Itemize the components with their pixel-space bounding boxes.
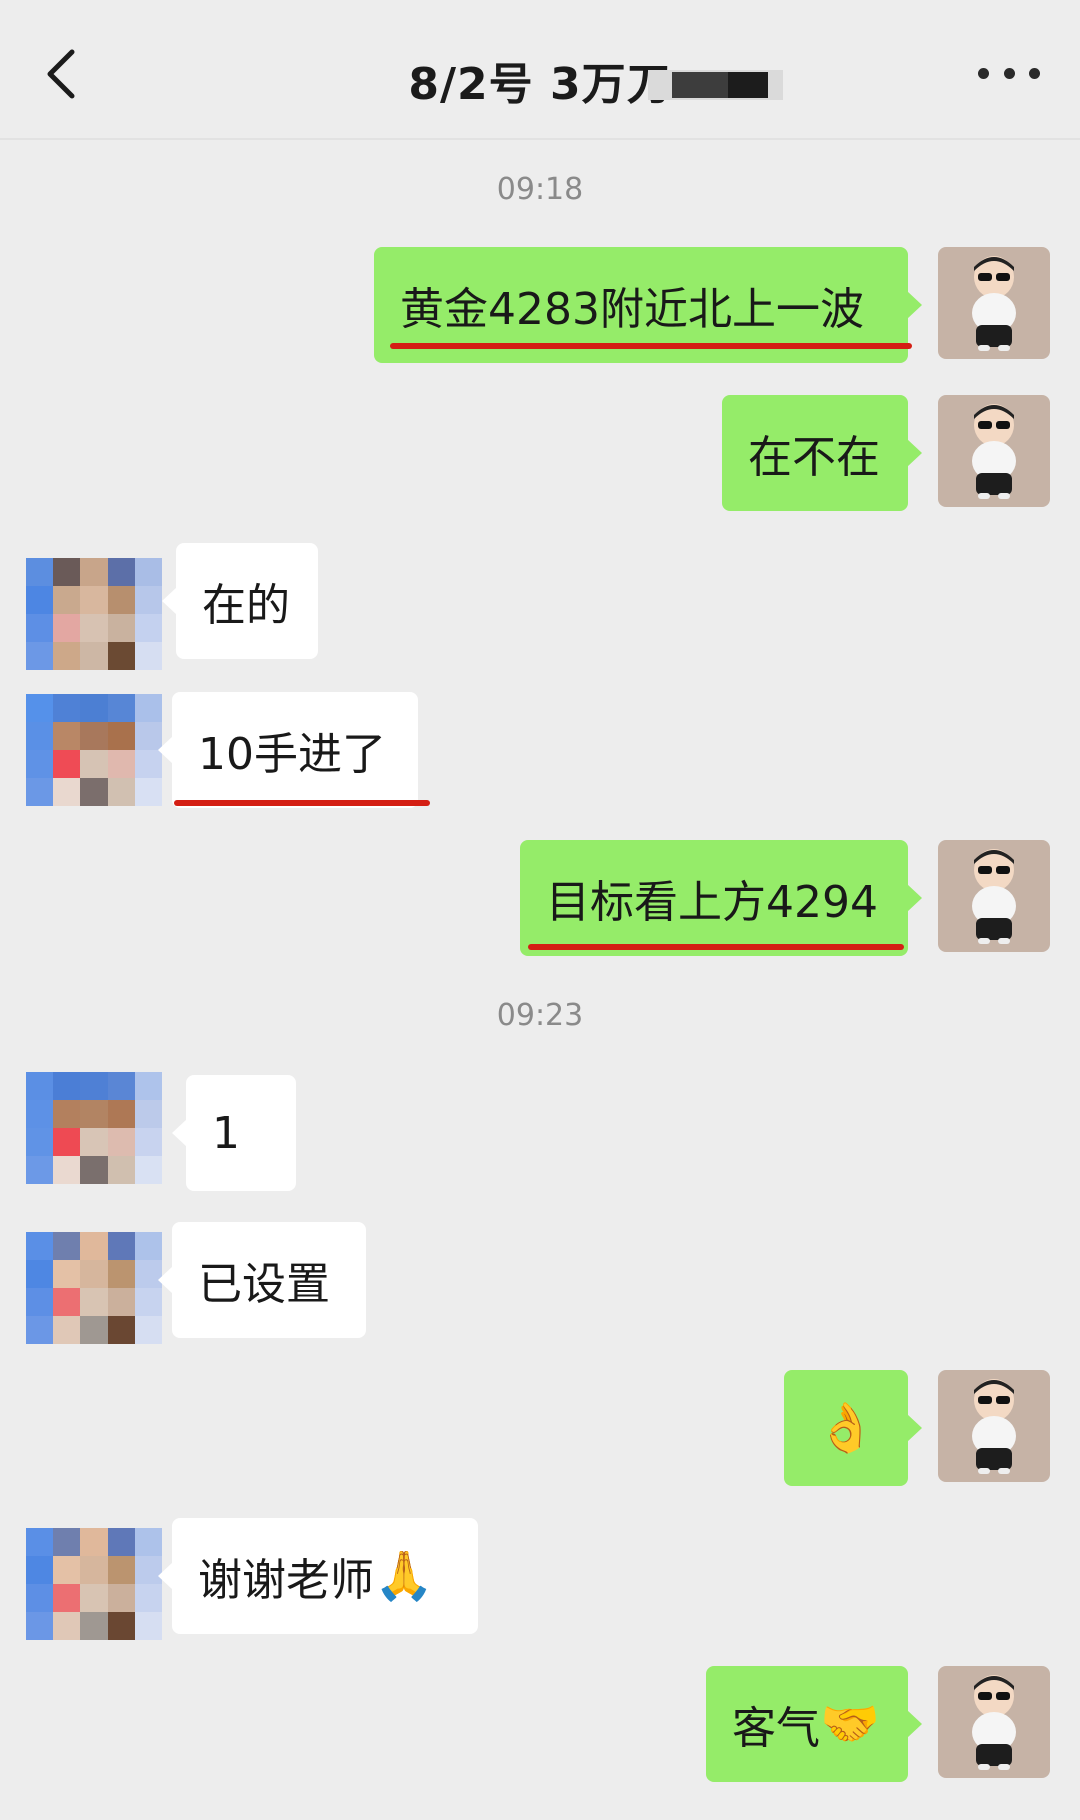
avatar-self[interactable] (938, 1370, 1050, 1482)
message-bubble-sent[interactable]: 客气 🤝 (706, 1666, 922, 1782)
message-bubble-received[interactable]: 已设置 (158, 1222, 366, 1338)
message-bubble-received[interactable]: 在的 (162, 543, 318, 659)
highlight-underline (174, 800, 430, 806)
timestamp: 09:18 (496, 172, 584, 207)
timestamp: 09:23 (496, 998, 584, 1033)
message-text: 在不在 (748, 432, 880, 483)
chat-title: 8/2号 3万刀 (408, 59, 672, 110)
avatar-contact-pixelated[interactable] (26, 1528, 162, 1640)
avatar-self[interactable] (938, 840, 1050, 952)
avatar-self[interactable] (938, 1666, 1050, 1778)
message-text: 客气 (732, 1703, 820, 1754)
cartoon-avatar-icon (972, 256, 1016, 351)
cartoon-avatar-icon (972, 1675, 1016, 1770)
message-text: 黄金4283附近北上一波 (400, 284, 864, 335)
message-text: 目标看上方4294 (546, 877, 878, 928)
highlight-underline (528, 944, 904, 950)
message-bubble-received[interactable]: 10手进了 (158, 692, 418, 808)
ok-hand-emoji: 👌 (816, 1400, 876, 1456)
avatar-self[interactable] (938, 395, 1050, 507)
avatar-contact-pixelated[interactable] (26, 1072, 162, 1184)
folded-hands-emoji: 🙏 (374, 1548, 434, 1604)
avatar-contact-pixelated[interactable] (26, 1232, 162, 1344)
highlight-underline (390, 343, 912, 349)
cartoon-avatar-icon (972, 849, 1016, 944)
message-text: 1 (212, 1107, 240, 1159)
message-bubble-sent[interactable]: 在不在 (722, 395, 922, 511)
avatar-self[interactable] (938, 247, 1050, 359)
cartoon-avatar-icon (972, 404, 1016, 499)
avatar-contact-pixelated[interactable] (26, 558, 162, 670)
message-bubble-received[interactable]: 1 (172, 1075, 296, 1191)
more-dots-icon (978, 67, 989, 79)
chat-header: 8/2号 3万刀 (0, 0, 1080, 140)
message-text: 在的 (202, 580, 290, 631)
message-text: 已设置 (198, 1259, 330, 1310)
avatar-contact-pixelated[interactable] (26, 694, 162, 806)
redacted-name (648, 70, 783, 100)
message-bubble-received[interactable]: 谢谢老师 🙏 (158, 1518, 478, 1634)
message-text: 10手进了 (198, 729, 386, 780)
handshake-emoji: 🤝 (820, 1696, 880, 1752)
message-bubble-sent[interactable]: 目标看上方4294 (520, 840, 922, 956)
cartoon-avatar-icon (972, 1379, 1016, 1474)
message-bubble-sent[interactable]: 👌 (784, 1370, 922, 1486)
more-button[interactable] (978, 60, 1040, 86)
message-text: 谢谢老师 (198, 1555, 374, 1606)
